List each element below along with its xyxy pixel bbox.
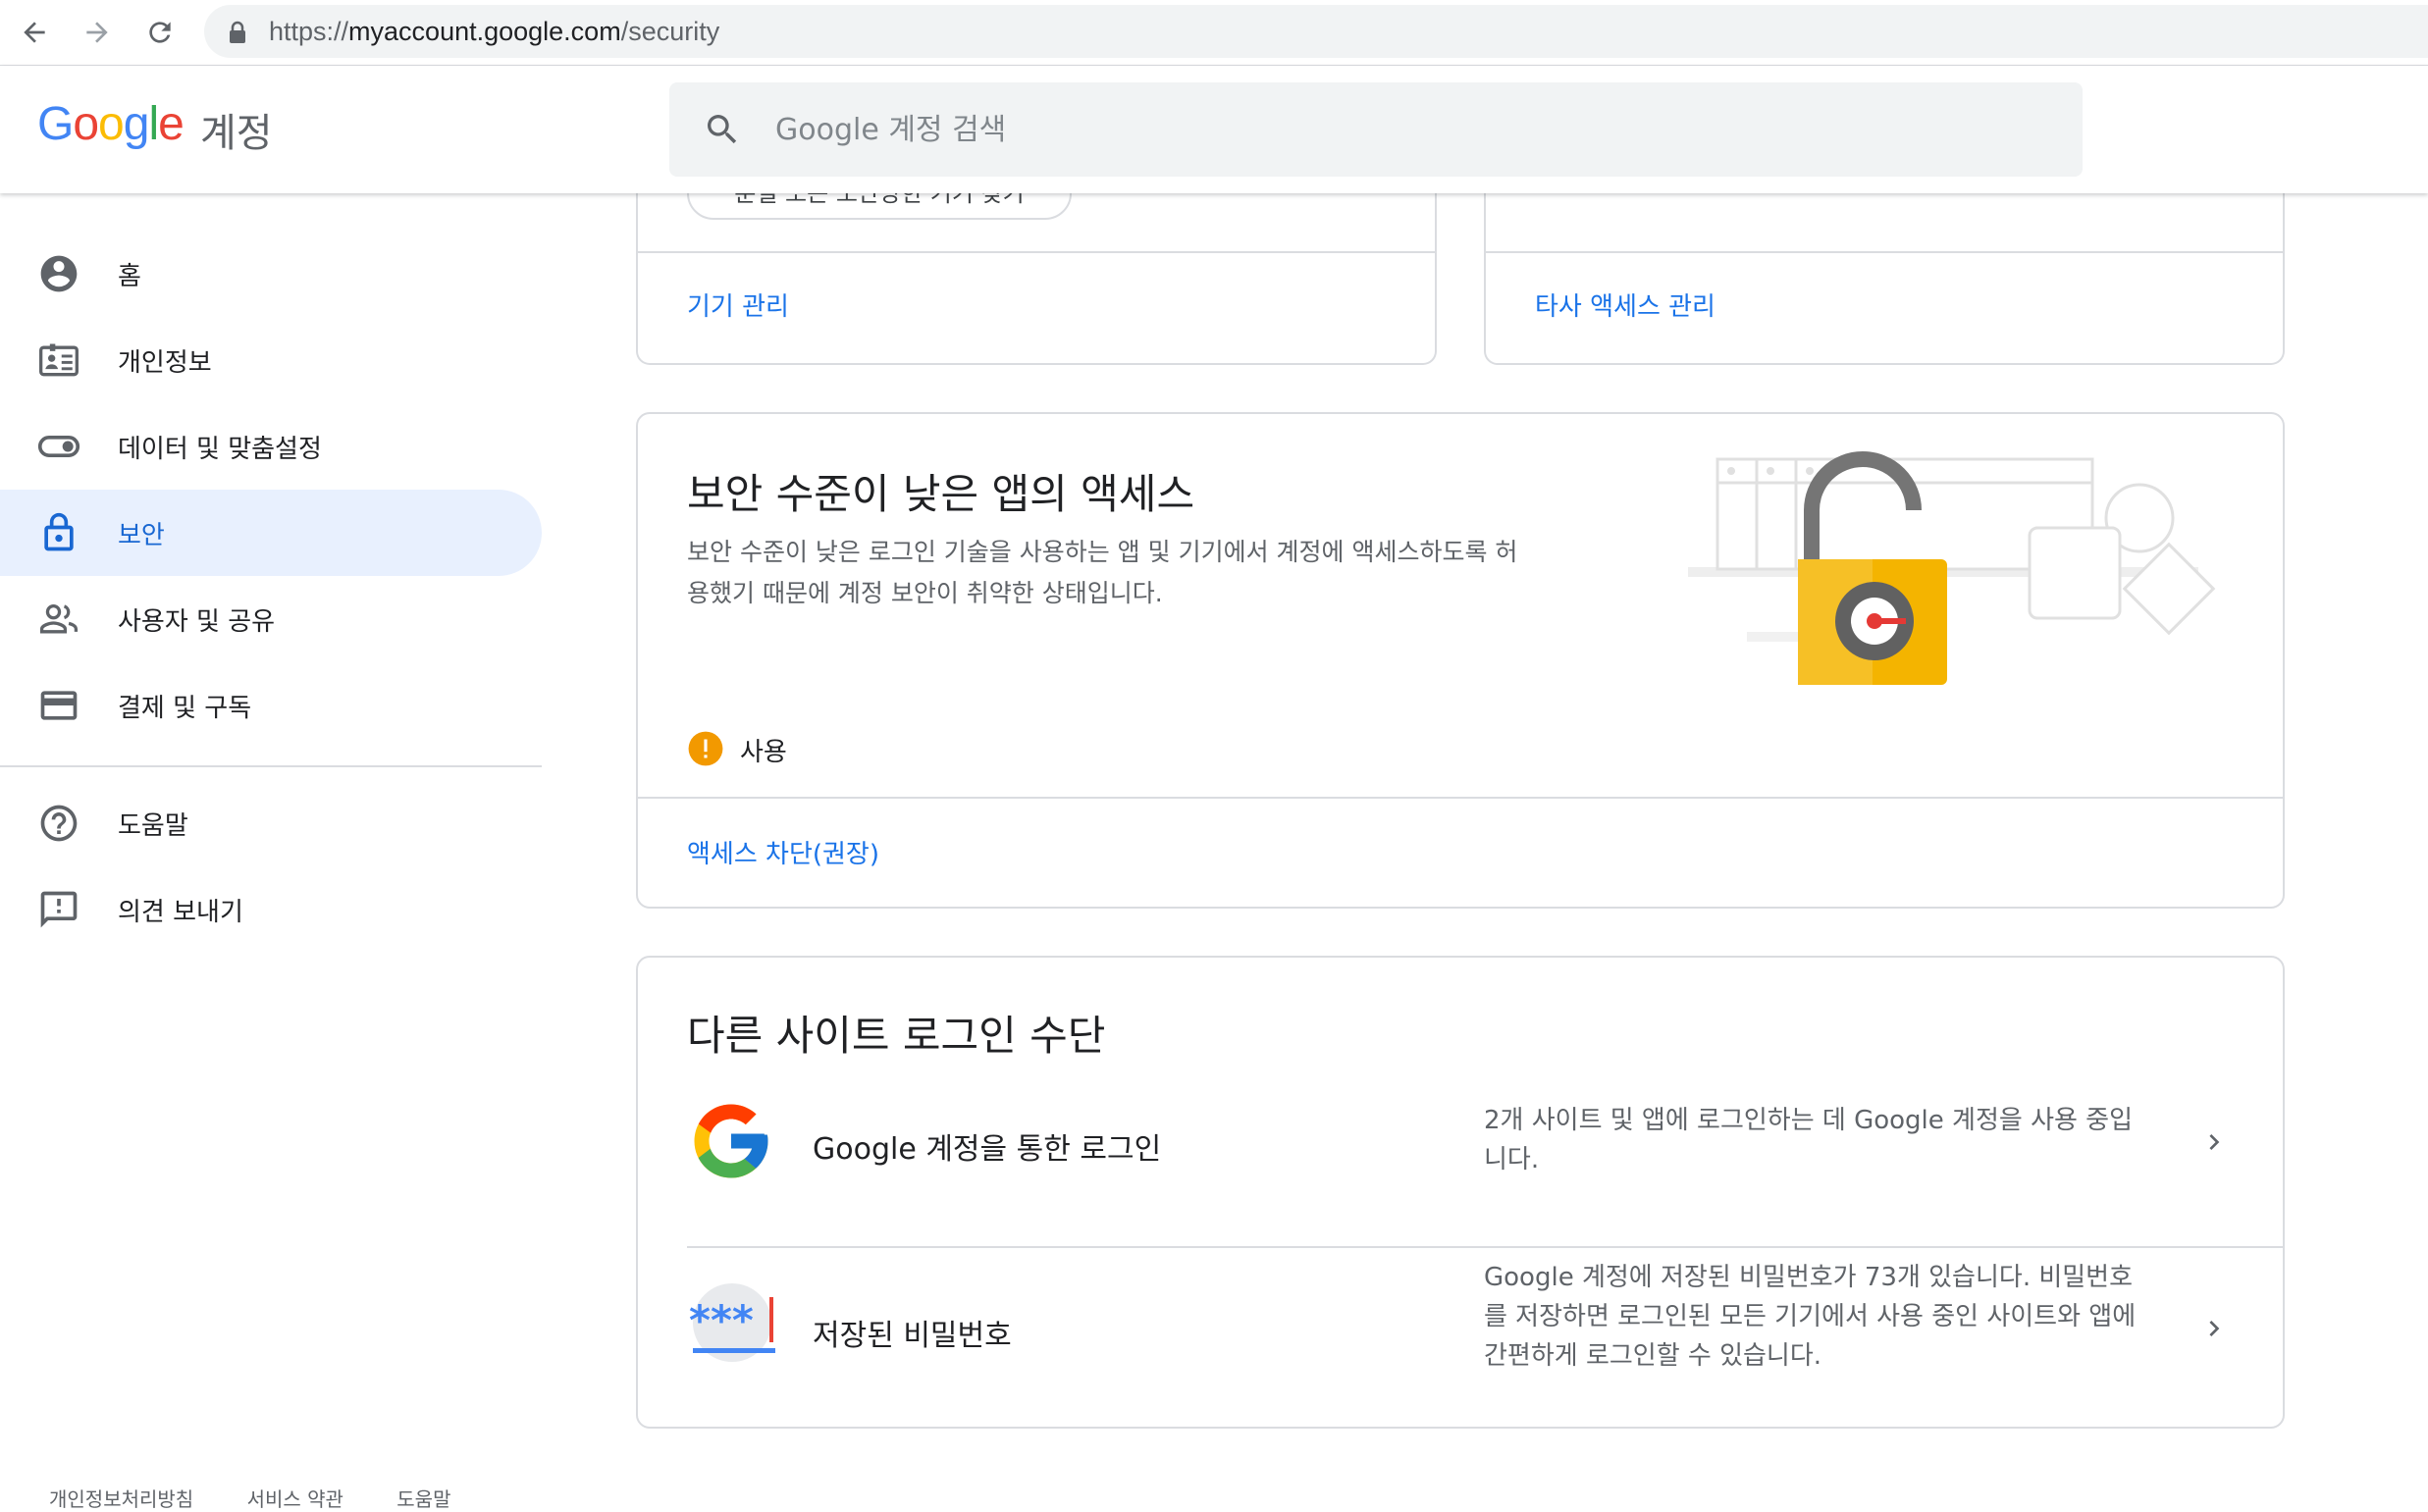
- sidebar-item-label: 의견 보내기: [118, 897, 243, 927]
- chevron-right-icon: [2209, 1321, 2220, 1336]
- signin-with-google-row[interactable]: Google 계정을 통한 로그인 2개 사이트 및 앱에 로그인하는 데 Go…: [638, 1073, 2283, 1221]
- padlock-icon: [230, 21, 245, 43]
- description-line: 간편하게 로그인할 수 있습니다.: [1484, 1341, 1822, 1371]
- manage-third-party-link[interactable]: 타사 액세스 관리: [1535, 287, 1715, 323]
- footer-link-privacy[interactable]: 개인정보처리방침: [49, 1487, 193, 1511]
- less-secure-apps-card: 보안 수준이 낮은 앱의 액세스 보안 수준이 낮은 로그인 기술을 사용하는 …: [636, 412, 2285, 909]
- google-logo[interactable]: Google: [37, 97, 185, 151]
- google-g-icon: [694, 1104, 768, 1178]
- id-card-icon: [39, 343, 79, 377]
- arrow-right-icon: [86, 22, 108, 43]
- footer-link-terms[interactable]: 서비스 약관: [247, 1487, 343, 1511]
- description-line: 용했기 때문에 계정 보안이 취약한 상태입니다.: [687, 579, 1163, 607]
- sidebar-item-security[interactable]: 보안: [0, 490, 542, 576]
- people-icon: [39, 603, 79, 634]
- sidebar-item-personal-info[interactable]: 개인정보: [0, 317, 542, 403]
- help-icon: [40, 805, 78, 842]
- forward-button[interactable]: [75, 10, 120, 55]
- url-text: https://myaccount.google.com/security: [269, 17, 720, 46]
- sidebar-item-home[interactable]: 홈: [0, 231, 542, 317]
- back-button[interactable]: [12, 10, 57, 55]
- arrow-left-icon: [24, 22, 45, 43]
- sidebar-item-label: 개인정보: [118, 347, 212, 378]
- address-bar[interactable]: https://myaccount.google.com/security: [204, 5, 2428, 58]
- description-line: Google 계정에 저장된 비밀번호가 73개 있습니다. 비밀번호: [1484, 1263, 2134, 1292]
- description-line: 를 저장하면 로그인된 모든 기기에서 사용 중인 사이트와 앱에: [1484, 1302, 2137, 1331]
- saved-passwords-row[interactable]: *** 저장된 비밀번호 Google 계정에 저장된 비밀번호가 73개 있습…: [638, 1248, 2283, 1425]
- account-circle-icon: [40, 255, 78, 292]
- sidebar-item-label: 홈: [118, 261, 141, 291]
- sidebar-item-people-sharing[interactable]: 사용자 및 공유: [0, 576, 542, 662]
- feedback-icon: [40, 891, 78, 928]
- sidebar-item-label: 데이터 및 맞춤설정: [118, 434, 322, 464]
- search-box[interactable]: [669, 82, 2083, 177]
- description-line: 니다.: [1484, 1145, 1540, 1174]
- row-title: 저장된 비밀번호: [813, 1319, 1012, 1353]
- sidebar-item-data-personalization[interactable]: 데이터 및 맞춤설정: [0, 403, 542, 490]
- sidebar-item-feedback[interactable]: 의견 보내기: [0, 866, 542, 953]
- description-line: 보안 수준이 낮은 로그인 기술을 사용하는 앱 및 기기에서 계정에 액세스하…: [687, 538, 1518, 566]
- description-line: 2개 사이트 및 앱에 로그인하는 데 Google 계정을 사용 중입: [1484, 1106, 2134, 1135]
- sidebar-item-payments[interactable]: 결제 및 구독: [0, 662, 542, 749]
- reload-button[interactable]: [137, 10, 183, 55]
- password-asterisks-icon: ***: [689, 1283, 775, 1362]
- footer-link-help[interactable]: 도움말: [396, 1487, 450, 1511]
- chevron-right-icon: [2209, 1134, 2220, 1150]
- card-title: 다른 사이트 로그인 수단: [687, 1012, 1106, 1060]
- card-divider: [638, 797, 2283, 799]
- reload-icon: [149, 22, 171, 43]
- manage-devices-link[interactable]: 기기 관리: [687, 287, 789, 323]
- unlocked-padlock-illustration: [1688, 451, 2216, 685]
- row-title: Google 계정을 통한 로그인: [813, 1132, 1162, 1167]
- card-divider: [1486, 251, 2283, 253]
- browser-toolbar: https://myaccount.google.com/security: [0, 0, 2428, 66]
- sidebar-item-label: 사용자 및 공유: [118, 606, 276, 637]
- other-signin-card: 다른 사이트 로그인 수단 Google 계정을 통한 로그인 2개 사이트 및…: [636, 956, 2285, 1429]
- svg-text:***: ***: [689, 1296, 754, 1344]
- sidebar-item-label: 결제 및 구독: [118, 693, 252, 723]
- warning-icon: [688, 731, 723, 766]
- toggle-icon: [37, 436, 80, 457]
- card-divider: [638, 251, 1435, 253]
- search-input[interactable]: [775, 106, 1953, 153]
- app-header: Google 계정: [0, 66, 2428, 193]
- sidebar-item-label: 보안: [118, 520, 165, 550]
- sidebar-item-label: 도움말: [118, 810, 188, 841]
- card-title: 보안 수준이 낮은 앱의 액세스: [687, 470, 1195, 518]
- search-icon: [708, 115, 737, 144]
- card-description: 보안 수준이 낮은 로그인 기술을 사용하는 앱 및 기기에서 계정에 액세스하…: [687, 532, 1517, 614]
- row-description: Google 계정에 저장된 비밀번호가 73개 있습니다. 비밀번호 를 저장…: [1484, 1258, 2136, 1376]
- row-description: 2개 사이트 및 앱에 로그인하는 데 Google 계정을 사용 중입 니다.: [1484, 1101, 2133, 1179]
- lock-icon: [44, 512, 74, 551]
- product-name: 계정: [200, 111, 273, 156]
- block-access-link[interactable]: 액세스 차단(권장): [687, 834, 879, 870]
- sidebar-item-help[interactable]: 도움말: [0, 780, 542, 866]
- sidebar-divider: [0, 765, 542, 767]
- footer-links: 개인정보처리방침 서비스 약관 도움말: [49, 1484, 450, 1512]
- credit-card-icon: [40, 691, 78, 720]
- status-text: 사용: [740, 738, 787, 767]
- sidebar: 홈 개인정보 데이터 및 맞춤설정 보안 사용자 및 공유 결제 및 구독 도움…: [0, 193, 542, 1497]
